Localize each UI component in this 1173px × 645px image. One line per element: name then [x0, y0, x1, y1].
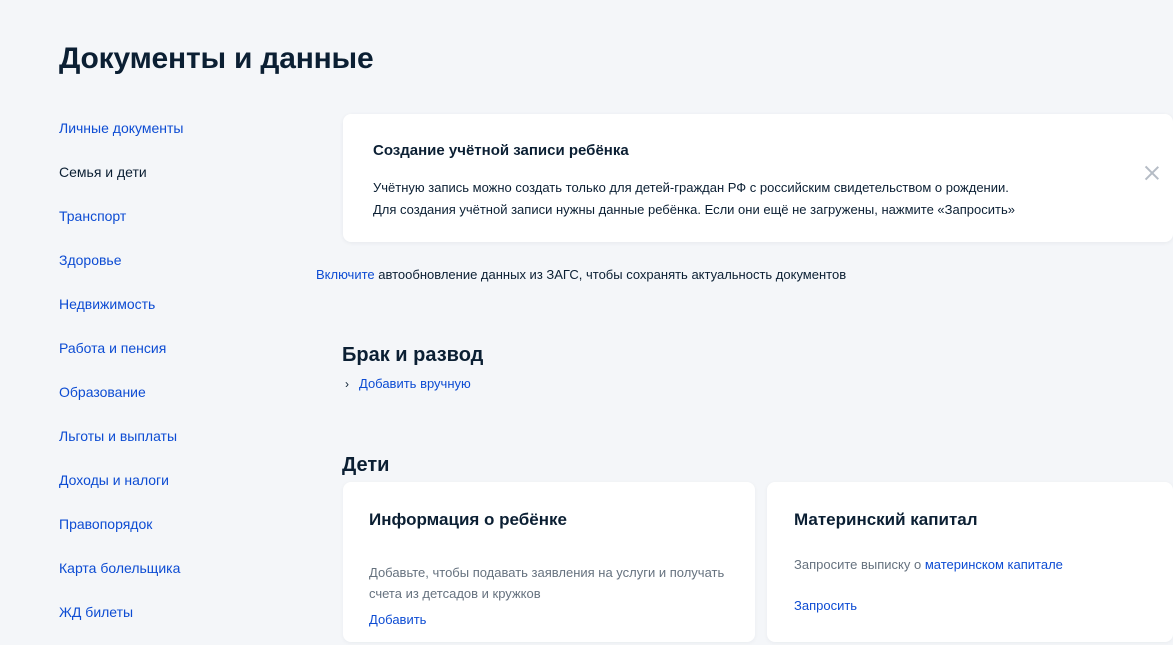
child-info-text: Добавьте, чтобы подавать заявления на ус… [369, 565, 725, 601]
add-manually-link[interactable]: › Добавить вручную [345, 376, 471, 391]
maternity-capital-text-prefix: Запросите выписку о [794, 557, 925, 572]
sidebar-item-real-estate[interactable]: Недвижимость [59, 293, 309, 337]
child-account-notice: Создание учётной записи ребёнка Учётную … [343, 114, 1173, 242]
add-child-link[interactable]: Добавить [369, 612, 426, 627]
sidebar-item-work-and-pension[interactable]: Работа и пенсия [59, 337, 309, 381]
main-content: Создание учётной записи ребёнка Учётную … [315, 0, 1173, 642]
notice-line-1: Учётную запись можно создать только для … [373, 180, 1009, 195]
request-capital-link[interactable]: Запросить [794, 598, 857, 613]
sidebar-item-income-and-taxes[interactable]: Доходы и налоги [59, 469, 309, 513]
child-info-card: Информация о ребёнке Добавьте, чтобы под… [343, 482, 755, 642]
sidebar-item-family-and-children[interactable]: Семья и дети [59, 161, 309, 205]
notice-text: Учётную запись можно создать только для … [373, 177, 1133, 221]
enable-autoupdate-link[interactable]: Включите [316, 267, 375, 282]
chevron-right-icon: › [345, 377, 349, 391]
notice-title: Создание учётной записи ребёнка [373, 142, 629, 159]
sidebar-nav: Личные документы Семья и дети Транспорт … [59, 117, 309, 645]
sidebar-item-health[interactable]: Здоровье [59, 249, 309, 293]
children-section-title: Дети [342, 453, 390, 476]
sidebar-item-education[interactable]: Образование [59, 381, 309, 425]
notice-line-2: Для создания учётной записи нужны данные… [373, 202, 1015, 217]
maternity-capital-card: Материнский капитал Запросите выписку о … [767, 482, 1173, 642]
maternity-capital-text: Запросите выписку о материнском капитале [794, 554, 1164, 575]
autoupdate-hint: Включите автообновление данных из ЗАГС, … [316, 267, 846, 282]
maternity-capital-title: Материнский капитал [794, 510, 978, 529]
marriage-section-title: Брак и развод [342, 343, 484, 366]
sidebar-item-personal-documents[interactable]: Личные документы [59, 117, 309, 161]
sidebar-item-benefits[interactable]: Льготы и выплаты [59, 425, 309, 469]
autoupdate-text: автообновление данных из ЗАГС, чтобы сох… [374, 267, 847, 282]
maternity-capital-link[interactable]: материнском капитале [925, 557, 1063, 572]
sidebar-item-railway-tickets[interactable]: ЖД билеты [59, 601, 309, 645]
sidebar-item-fan-card[interactable]: Карта болельщика [59, 557, 309, 601]
add-manually-label: Добавить вручную [359, 376, 471, 391]
sidebar-item-law-enforcement[interactable]: Правопорядок [59, 513, 309, 557]
child-info-title: Информация о ребёнке [369, 510, 567, 529]
close-icon[interactable] [1143, 164, 1161, 182]
sidebar-item-transport[interactable]: Транспорт [59, 205, 309, 249]
